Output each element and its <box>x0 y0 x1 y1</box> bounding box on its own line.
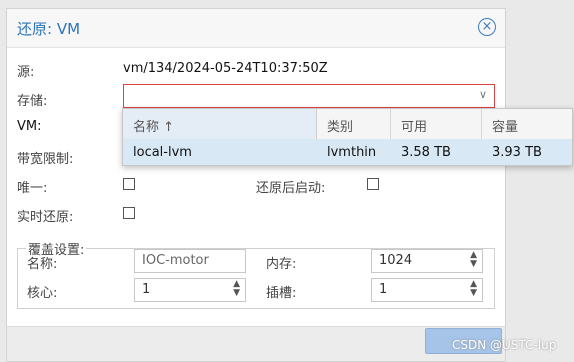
table-row[interactable]: local-lvm lvmthin 3.58 TB 3.93 TB <box>123 139 572 165</box>
start-after-restore-checkbox[interactable] <box>367 178 379 190</box>
override-name-label: 名称: <box>27 257 58 272</box>
sockets-label: 插槽: <box>266 286 297 301</box>
dropdown-header: 名称 ↑ 类别 可用 容量 <box>123 109 572 140</box>
bandwidth-label: 带宽限制: <box>17 152 74 167</box>
storage-dropdown: 名称 ↑ 类别 可用 容量 local-lvm lvmthin 3.58 TB … <box>122 108 573 166</box>
row-name: local-lvm <box>133 145 192 160</box>
dialog-footer <box>7 326 505 361</box>
override-name-input[interactable]: IOC-motor <box>134 249 246 273</box>
close-icon[interactable]: × <box>478 18 496 36</box>
live-restore-label: 实时还原: <box>17 210 74 225</box>
spinner-arrows-icon[interactable]: ▲ ▼ <box>470 251 477 269</box>
row-type: lvmthin <box>327 145 377 160</box>
unique-checkbox[interactable] <box>123 178 135 190</box>
storage-select[interactable]: ∨ <box>123 84 495 108</box>
unique-label: 唯一: <box>17 181 48 196</box>
cores-stepper[interactable]: 1 ▲ ▼ <box>134 278 246 302</box>
column-separator <box>481 109 482 139</box>
cores-value: 1 <box>142 282 151 297</box>
row-avail: 3.58 TB <box>401 145 451 160</box>
memory-label: 内存: <box>266 257 297 272</box>
spinner-arrows-icon[interactable]: ▲ ▼ <box>470 280 477 298</box>
source-value: vm/134/2024-05-24T10:37:50Z <box>123 61 328 76</box>
storage-label: 存储: <box>17 94 48 109</box>
cores-label: 核心: <box>27 286 58 301</box>
live-restore-checkbox[interactable] <box>123 207 135 219</box>
column-capacity-header[interactable]: 容量 <box>492 116 518 135</box>
row-capacity: 3.93 TB <box>492 145 542 160</box>
vm-label: VM: <box>17 119 42 134</box>
dialog-title: 还原: VM <box>17 20 81 38</box>
column-name-header[interactable]: 名称 ↑ <box>133 116 174 135</box>
spinner-arrows-icon[interactable]: ▲ ▼ <box>233 280 240 298</box>
sockets-stepper[interactable]: 1 ▲ ▼ <box>371 278 483 302</box>
column-separator <box>390 109 391 139</box>
dialog-titlebar: 还原: VM × <box>7 9 505 48</box>
restore-dialog: 还原: VM × 源: vm/134/2024-05-24T10:37:50Z … <box>6 8 506 362</box>
sockets-value: 1 <box>379 282 388 297</box>
start-after-restore-label: 还原后启动: <box>256 181 326 196</box>
memory-value: 1024 <box>379 253 413 268</box>
source-label: 源: <box>17 65 35 80</box>
column-type-header[interactable]: 类别 <box>327 116 353 135</box>
chevron-down-icon[interactable]: ∨ <box>479 88 487 101</box>
watermark: CSDN @USTC-lup <box>452 338 557 352</box>
column-avail-header[interactable]: 可用 <box>401 116 427 135</box>
memory-stepper[interactable]: 1024 ▲ ▼ <box>371 249 483 273</box>
